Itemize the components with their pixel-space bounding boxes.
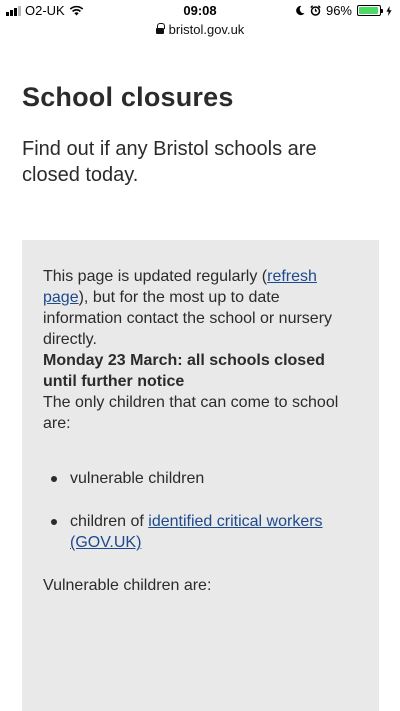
- battery-level-fill: [359, 7, 379, 14]
- closure-announcement: Monday 23 March: all schools closed unti…: [43, 352, 325, 390]
- eligible-children-list: vulnerable children children of identifi…: [43, 468, 359, 553]
- lock-icon: [155, 22, 165, 35]
- page-lead-text: Find out if any Bristol schools are clos…: [22, 138, 317, 186]
- charging-bolt-icon: [386, 5, 392, 16]
- address-bar[interactable]: bristol.gov.uk: [0, 20, 400, 38]
- status-bar: O2-UK 09:08 96%: [0, 0, 400, 20]
- eligible-children-intro: The only children that can come to schoo…: [43, 394, 339, 432]
- closure-notice-panel: This page is updated regularly (refresh …: [22, 240, 379, 711]
- url-domain: bristol.gov.uk: [168, 21, 245, 37]
- battery-percentage: 96%: [325, 3, 352, 18]
- list-item: children of identified critical workers …: [43, 511, 359, 553]
- page-title: School closures: [22, 82, 234, 112]
- status-indicators: 96%: [295, 3, 392, 18]
- update-info-text: This page is updated regularly (refresh …: [43, 268, 333, 348]
- battery-icon: [357, 5, 383, 16]
- alarm-clock-icon: [310, 5, 321, 16]
- vulnerable-children-heading: Vulnerable children are:: [43, 577, 212, 594]
- do-not-disturb-moon-icon: [296, 5, 305, 16]
- list-item: vulnerable children: [43, 468, 359, 489]
